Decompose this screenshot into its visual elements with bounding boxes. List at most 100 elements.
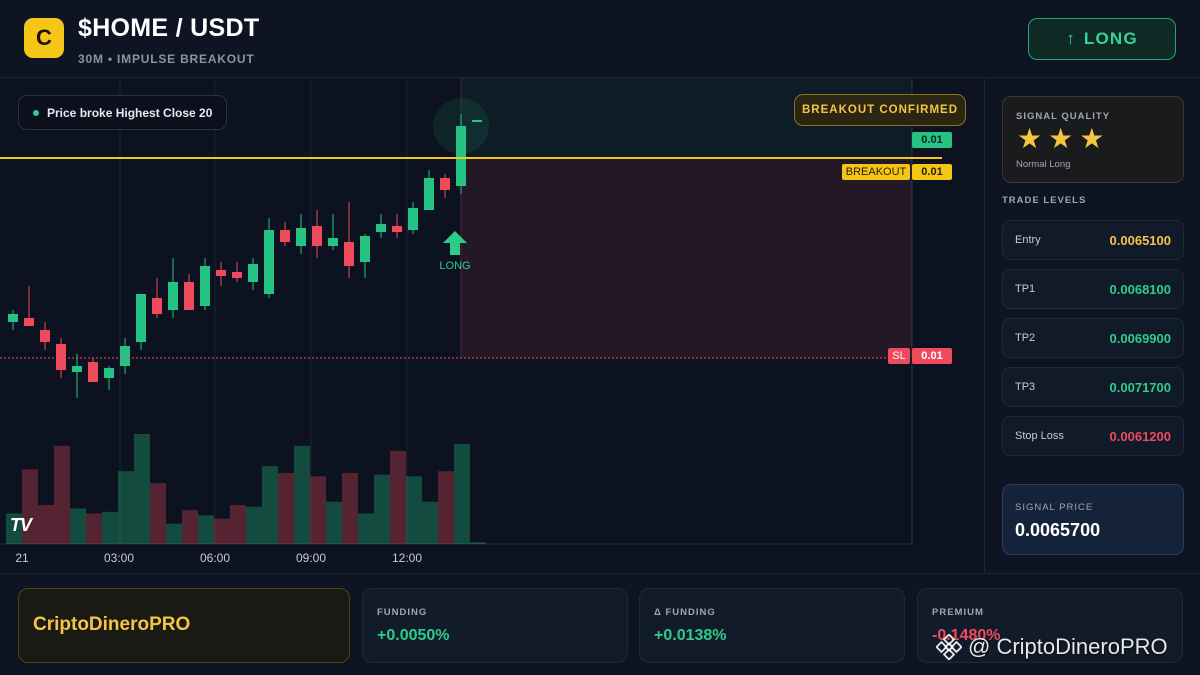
funding-card: FUNDING +0.0050%	[362, 588, 628, 663]
volume-bar	[390, 450, 406, 544]
level-row-tp2: TP2 0.0069900	[1002, 318, 1184, 358]
watermark-text: @ CriptoDineroPRO	[968, 634, 1168, 659]
candle-body	[328, 238, 338, 246]
volume-bar	[54, 445, 70, 544]
volume-bar	[230, 505, 246, 544]
header: C $HOME / USDT 30M • IMPULSE BREAKOUT ↑ …	[0, 0, 1200, 78]
status-dot-icon	[33, 109, 39, 116]
delta-funding-value: +0.0138%	[654, 627, 727, 644]
breakout-callout: Price broke Highest Close 20	[18, 95, 228, 130]
volume-bar	[198, 515, 214, 544]
tradingview-logo-icon: TV	[10, 515, 32, 535]
volume-bar	[118, 471, 134, 544]
volume-bar	[422, 501, 438, 544]
candle-body	[88, 362, 98, 382]
volume-bar	[406, 476, 422, 544]
level-value: 0.0068100	[1109, 282, 1171, 297]
signal-price-card: SIGNAL PRICE 0.0065700	[1002, 484, 1184, 555]
last-price-tag: 0.01	[912, 132, 952, 148]
funding-title: FUNDING	[377, 607, 428, 618]
volume-bar	[166, 523, 182, 544]
price-chart[interactable]: Price broke Highest Close 20 BREAKOUT CO…	[0, 78, 985, 573]
volume-bar	[182, 510, 198, 544]
candle-body	[40, 330, 50, 342]
star-icon: ★	[1079, 123, 1105, 154]
time-axis: 21 03:00 06:00 09:00 12:00	[0, 546, 912, 572]
level-value: 0.0069900	[1109, 331, 1171, 346]
volume-bar	[326, 501, 342, 544]
binance-icon	[936, 634, 962, 660]
candle-body	[136, 294, 146, 342]
premium-title: PREMIUM	[932, 607, 984, 618]
volume-bar	[246, 506, 262, 544]
volume-bar	[294, 445, 310, 544]
trade-levels-title: TRADE LEVELS	[1002, 195, 1087, 206]
volume-bar	[358, 513, 374, 544]
level-label: Stop Loss	[1015, 430, 1064, 442]
time-label: 03:00	[103, 551, 135, 565]
candle-body	[232, 272, 242, 278]
volume-bar	[342, 472, 358, 544]
volume-bar	[438, 471, 454, 544]
volume-bar	[86, 513, 102, 544]
callout-text: Price broke Highest Close 20	[47, 105, 213, 120]
candle-body	[264, 230, 274, 294]
risk-zone	[461, 158, 912, 358]
breakout-confirmed-badge: BREAKOUT CONFIRMED	[794, 94, 966, 126]
time-label: 06:00	[199, 551, 231, 565]
candle-body	[56, 344, 66, 370]
candle-body	[312, 226, 322, 246]
long-arrow-icon	[443, 231, 467, 255]
candle-body	[440, 178, 450, 190]
breakout-price-tag: 0.01	[912, 164, 952, 180]
volume-bar	[70, 508, 86, 544]
level-value: 0.0065100	[1109, 233, 1171, 248]
candle-body	[456, 126, 466, 186]
volume-bar	[134, 434, 150, 544]
candle-body	[152, 298, 162, 314]
candle-body	[280, 230, 290, 242]
candle-body	[344, 242, 354, 266]
signal-quality-subtitle: Normal Long	[1016, 159, 1071, 170]
app-logo: C	[24, 18, 64, 58]
candle-body	[200, 266, 210, 306]
level-label: TP3	[1015, 381, 1036, 393]
stop-loss-price-tag: 0.01	[912, 348, 952, 364]
brand-card: CriptoDineroPRO	[18, 588, 350, 663]
signal-quality-stars: ★ ★ ★	[1017, 125, 1104, 153]
pair-subtitle: 30M • IMPULSE BREAKOUT	[78, 52, 255, 66]
brand-name: CriptoDineroPRO	[33, 614, 191, 635]
candle-body	[360, 236, 370, 262]
candle-body	[392, 226, 402, 232]
time-label: 12:00	[391, 551, 423, 565]
candle-body	[8, 314, 18, 322]
level-label: TP1	[1015, 283, 1036, 295]
stop-loss-line-label: SL	[888, 348, 910, 364]
level-row-tp3: TP3 0.0071700	[1002, 367, 1184, 407]
candle-body	[168, 282, 178, 310]
signal-price-title: SIGNAL PRICE	[1015, 502, 1094, 513]
volume-bar	[38, 505, 54, 544]
long-signal-marker: LONG	[439, 230, 471, 272]
volume-bar	[374, 474, 390, 544]
star-icon: ★	[1048, 123, 1074, 154]
funding-value: +0.0050%	[377, 627, 450, 644]
signal-panel: SIGNAL QUALITY ★ ★ ★ Normal Long TRADE L…	[986, 78, 1200, 573]
time-label: 09:00	[295, 551, 327, 565]
candle-body	[216, 270, 226, 276]
candle-body	[472, 120, 482, 122]
level-row-tp1: TP1 0.0068100	[1002, 269, 1184, 309]
candle-body	[296, 228, 306, 246]
signal-price-value: 0.0065700	[1015, 520, 1101, 540]
candle-body	[104, 368, 114, 378]
candlestick-chart	[0, 78, 942, 545]
candle-body	[424, 178, 434, 210]
long-button[interactable]: ↑ LONG	[1028, 18, 1176, 60]
time-label: 21	[15, 551, 29, 565]
level-label: TP2	[1015, 332, 1036, 344]
candle-body	[408, 208, 418, 230]
delta-funding-title: Δ FUNDING	[654, 607, 716, 618]
volume-bar	[470, 542, 486, 544]
volume-bar	[278, 472, 294, 544]
volume-bar	[214, 518, 230, 544]
